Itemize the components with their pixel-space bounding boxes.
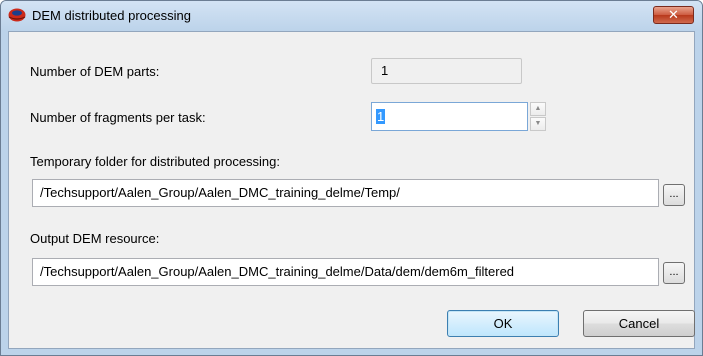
window-title: DEM distributed processing (32, 8, 191, 23)
output-dem-value: /Techsupport/Aalen_Group/Aalen_DMC_train… (40, 264, 515, 279)
spin-down-icon: ▼ (534, 120, 542, 127)
fragments-per-task-label: Number of fragments per task: (30, 110, 206, 125)
temp-folder-value: /Techsupport/Aalen_Group/Aalen_DMC_train… (40, 185, 400, 200)
dialog-window: DEM distributed processing ✕ Number of D… (0, 0, 703, 356)
fragments-per-task-input[interactable]: 1 (371, 102, 528, 131)
dem-parts-field: 1 (371, 58, 522, 84)
fragments-spinner[interactable]: ▲ ▼ (530, 102, 546, 131)
title-bar[interactable]: DEM distributed processing ✕ (1, 1, 702, 31)
ok-button[interactable]: OK (447, 310, 559, 337)
dialog-body: Number of DEM parts: 1 Number of fragmen… (8, 31, 695, 349)
spin-down-button[interactable]: ▼ (530, 117, 546, 131)
output-dem-browse-button[interactable]: ... (663, 262, 685, 284)
temp-folder-label: Temporary folder for distributed process… (30, 154, 281, 169)
temp-folder-browse-button[interactable]: ... (663, 184, 685, 206)
ellipsis-icon: ... (669, 188, 679, 200)
close-button[interactable]: ✕ (653, 6, 694, 24)
fragments-per-task-value: 1 (376, 109, 386, 124)
output-dem-label: Output DEM resource: (30, 231, 160, 246)
temp-folder-input[interactable]: /Techsupport/Aalen_Group/Aalen_DMC_train… (32, 179, 659, 207)
spin-up-icon: ▲ (534, 105, 542, 112)
spin-up-button[interactable]: ▲ (530, 102, 546, 116)
cancel-button[interactable]: Cancel (583, 310, 695, 337)
app-icon (8, 8, 26, 22)
dem-parts-label: Number of DEM parts: (30, 64, 160, 79)
output-dem-input[interactable]: /Techsupport/Aalen_Group/Aalen_DMC_train… (32, 258, 659, 286)
dem-parts-value: 1 (381, 63, 389, 78)
close-icon: ✕ (668, 7, 679, 22)
ellipsis-icon: ... (669, 266, 679, 278)
